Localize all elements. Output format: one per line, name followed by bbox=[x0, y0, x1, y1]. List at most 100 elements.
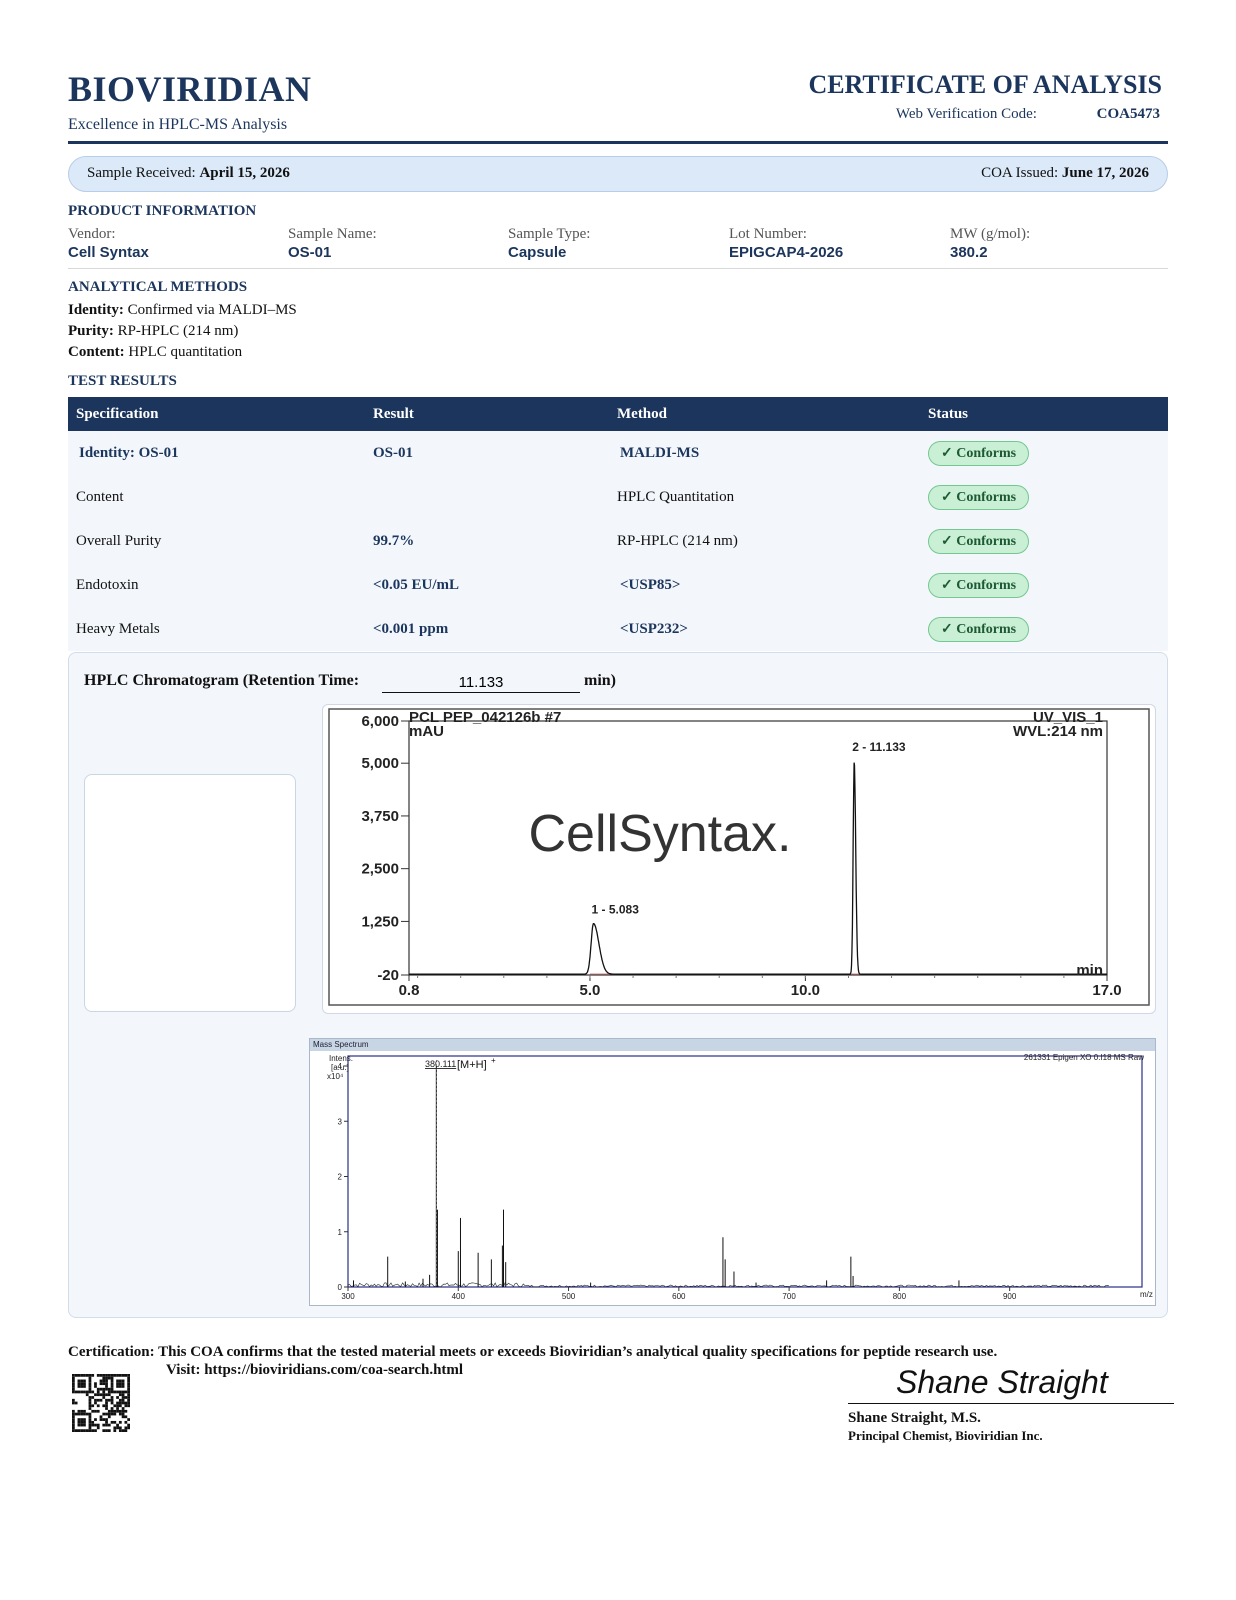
qr-module bbox=[72, 1418, 75, 1421]
ms-y-tick-label: 3 bbox=[338, 1117, 343, 1126]
document-title: CERTIFICATE OF ANALYSIS bbox=[808, 70, 1162, 99]
sample-received-label: Sample Received: bbox=[87, 165, 196, 181]
status-badge: ✓ Conforms bbox=[928, 440, 1030, 466]
status-cell: ✓ Conforms bbox=[920, 563, 1168, 607]
result-cell: <0.05 EU/mL bbox=[365, 563, 609, 607]
qr-module bbox=[107, 1423, 111, 1427]
qr-module bbox=[118, 1412, 122, 1416]
result-cell: 99.7% bbox=[365, 519, 609, 563]
qr-module bbox=[116, 1374, 119, 1377]
method-label: Identity: bbox=[68, 302, 124, 318]
qr-module bbox=[72, 1409, 75, 1413]
qr-module bbox=[107, 1374, 111, 1377]
ms-x-tick-label: 400 bbox=[452, 1292, 466, 1301]
qr-module bbox=[110, 1374, 114, 1377]
verification-code: COA5473 bbox=[1096, 106, 1160, 122]
qr-module bbox=[94, 1382, 97, 1386]
ms-x-tick-label: 700 bbox=[782, 1292, 796, 1301]
qr-module bbox=[102, 1404, 106, 1408]
qr-module bbox=[121, 1382, 125, 1386]
hplc-y-tick-label: 5,000 bbox=[361, 755, 399, 772]
verification-url[interactable]: Visit: https://bioviridians.com/coa-sear… bbox=[166, 1362, 463, 1379]
qr-module bbox=[72, 1387, 75, 1391]
qr-module bbox=[105, 1418, 108, 1421]
qr-module bbox=[105, 1376, 108, 1380]
qr-module bbox=[88, 1376, 92, 1380]
qr-module bbox=[127, 1398, 130, 1402]
qr-module bbox=[72, 1401, 75, 1405]
coa-issued: COA Issued: June 17, 2026 bbox=[981, 165, 1149, 182]
qr-module bbox=[105, 1382, 108, 1386]
qr-module bbox=[105, 1429, 108, 1432]
qr-module bbox=[116, 1407, 119, 1410]
qr-module bbox=[118, 1393, 122, 1397]
retention-time-field[interactable] bbox=[382, 672, 580, 693]
qr-module bbox=[91, 1429, 95, 1432]
qr-code-icon[interactable] bbox=[72, 1374, 130, 1432]
column-header: Method bbox=[609, 397, 920, 431]
hplc-y-tick-label: 3,750 bbox=[361, 808, 399, 825]
qr-module bbox=[88, 1374, 92, 1377]
qr-module bbox=[88, 1418, 92, 1421]
qr-module bbox=[124, 1420, 128, 1424]
date-bar: Sample Received: April 15, 2026 COA Issu… bbox=[68, 156, 1168, 192]
qr-module bbox=[127, 1387, 130, 1391]
ms-x-tick-label: 600 bbox=[672, 1292, 686, 1301]
ms-y-tick-label: 1 bbox=[338, 1228, 343, 1237]
method-identity: Identity: Confirmed via MALDI–MS bbox=[68, 302, 297, 319]
table-row: Heavy Metals <0.001 ppm <USP232> ✓ Confo… bbox=[68, 607, 1168, 651]
method-value: RP-HPLC (214 nm) bbox=[117, 323, 239, 339]
retention-time-label: HPLC Chromatogram (Retention Time: bbox=[84, 672, 360, 689]
qr-module bbox=[85, 1393, 89, 1397]
coa-issued-value: June 17, 2026 bbox=[1061, 165, 1149, 181]
qr-module bbox=[113, 1420, 117, 1424]
qr-module bbox=[88, 1398, 92, 1402]
qr-module bbox=[72, 1415, 75, 1419]
qr-module bbox=[91, 1409, 95, 1413]
qr-module bbox=[83, 1409, 86, 1413]
qr-module bbox=[116, 1409, 119, 1413]
qr-module bbox=[105, 1423, 108, 1427]
product-field-vendor: Vendor: Cell Syntax bbox=[68, 226, 149, 261]
qr-module bbox=[83, 1390, 86, 1394]
qr-module bbox=[110, 1390, 114, 1394]
qr-module bbox=[107, 1393, 111, 1397]
qr-module bbox=[72, 1382, 75, 1386]
qr-module bbox=[127, 1382, 130, 1386]
qr-module bbox=[83, 1429, 86, 1432]
method-cell: HPLC Quantitation bbox=[609, 475, 920, 519]
blank-image-box bbox=[84, 774, 296, 1012]
qr-module bbox=[91, 1420, 95, 1424]
mass-spectrum: Mass Spectrum 0 1 2 3 4 300 400 500 600 700 800 900… bbox=[309, 1038, 1156, 1306]
qr-module bbox=[118, 1420, 122, 1424]
ms-y-label-1: Intens. bbox=[329, 1054, 353, 1063]
method-cell: <USP232> bbox=[609, 607, 920, 651]
ms-y-tick-label: 2 bbox=[338, 1173, 343, 1182]
qr-module bbox=[124, 1404, 128, 1408]
result-cell bbox=[365, 475, 609, 519]
qr-module bbox=[99, 1415, 103, 1419]
qr-module bbox=[72, 1379, 75, 1383]
qr-module bbox=[88, 1385, 92, 1388]
hplc-trace-line bbox=[409, 762, 1107, 975]
qr-module bbox=[94, 1393, 97, 1397]
product-field-lot-number: Lot Number: EPIGCAP4-2026 bbox=[729, 226, 843, 261]
qr-module bbox=[118, 1385, 122, 1388]
qr-module bbox=[121, 1412, 125, 1416]
qr-module bbox=[99, 1398, 103, 1402]
hplc-x-tick-label: 0.8 bbox=[399, 982, 420, 999]
qr-module bbox=[88, 1379, 92, 1383]
method-content: Content: HPLC quantitation bbox=[68, 344, 242, 361]
qr-module bbox=[121, 1429, 125, 1432]
result-cell: OS-01 bbox=[365, 431, 609, 475]
ms-ion-label: [M+H] bbox=[457, 1059, 487, 1071]
qr-module bbox=[88, 1390, 92, 1394]
ms-ion-charge: + bbox=[491, 1056, 496, 1065]
ms-chart-svg: 01234300 400 500 600 700 800 900 Intens. [a.u.… bbox=[327, 1053, 1153, 1301]
spec-cell: Heavy Metals bbox=[68, 607, 365, 651]
qr-module bbox=[80, 1418, 84, 1421]
qr-module bbox=[105, 1393, 108, 1397]
qr-module bbox=[96, 1426, 100, 1430]
qr-module bbox=[110, 1387, 114, 1391]
qr-module bbox=[127, 1376, 130, 1380]
